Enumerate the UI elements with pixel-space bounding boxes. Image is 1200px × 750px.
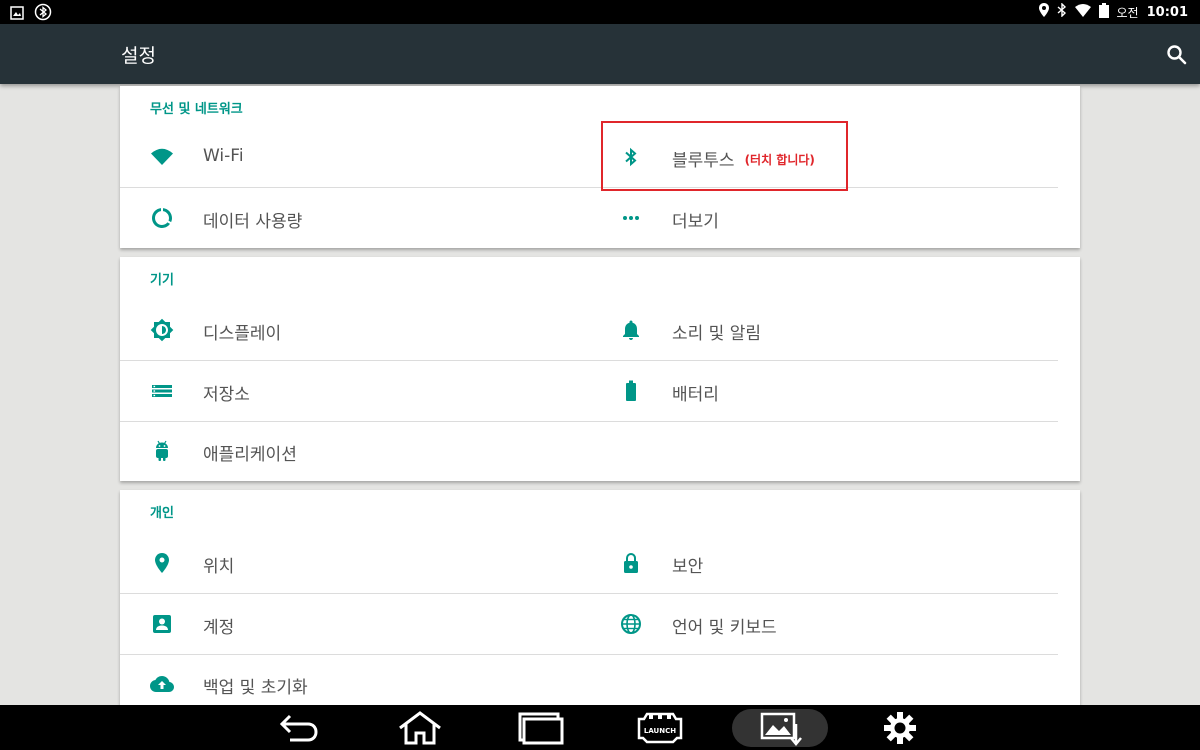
data-usage-icon bbox=[150, 206, 174, 230]
section-title-wireless: 무선 및 네트워크 bbox=[150, 102, 243, 117]
section-title-device: 기기 bbox=[150, 273, 174, 288]
more-label: 더보기 bbox=[672, 212, 719, 232]
apps-label: 애플리케이션 bbox=[203, 445, 297, 465]
image-notification-icon bbox=[10, 5, 24, 24]
wifi-icon bbox=[150, 145, 174, 169]
location-label: 위치 bbox=[203, 557, 235, 577]
battery-icon bbox=[619, 379, 643, 403]
backup-label: 백업 및 초기화 bbox=[203, 678, 308, 698]
back-button[interactable] bbox=[270, 709, 330, 747]
cloud-upload-icon bbox=[150, 672, 174, 696]
language-label: 언어 및 키보드 bbox=[672, 618, 777, 638]
battery-label: 배터리 bbox=[672, 385, 719, 405]
recent-apps-button[interactable] bbox=[510, 709, 570, 747]
launch-icon: LAUNCH bbox=[637, 712, 683, 744]
account-box-icon bbox=[150, 612, 174, 636]
bell-icon bbox=[619, 318, 643, 342]
location-icon bbox=[150, 551, 174, 575]
home-icon bbox=[399, 711, 441, 745]
device-section: 기기 디스플레이 소리 및 알림 저장소 배터리 애플리케이션 bbox=[120, 257, 1080, 481]
bluetooth-small-icon bbox=[1057, 2, 1067, 21]
back-icon bbox=[279, 714, 318, 742]
settings-item-storage[interactable]: 저장소 bbox=[120, 361, 589, 422]
wifi-status-icon bbox=[1074, 3, 1091, 21]
page-title: 설정 bbox=[121, 45, 156, 67]
settings-item-location[interactable]: 위치 bbox=[120, 533, 589, 594]
settings-item-display[interactable]: 디스플레이 bbox=[120, 300, 589, 361]
gear-icon bbox=[884, 712, 916, 744]
toolbar: 설정 bbox=[0, 24, 1200, 84]
android-icon bbox=[150, 439, 174, 463]
accounts-label: 계정 bbox=[203, 618, 235, 638]
highlight-box bbox=[601, 121, 848, 191]
storage-icon bbox=[150, 379, 174, 403]
security-label: 보안 bbox=[672, 557, 704, 577]
status-time: 10:01 bbox=[1146, 4, 1188, 20]
launch-text: LAUNCH bbox=[644, 727, 676, 735]
settings-item-accounts[interactable]: 계정 bbox=[120, 594, 589, 655]
wifi-label: Wi-Fi bbox=[203, 146, 244, 166]
screenshot-icon bbox=[760, 712, 802, 746]
display-label: 디스플레이 bbox=[203, 324, 282, 344]
settings-item-more[interactable]: 더보기 bbox=[589, 188, 1058, 248]
settings-item-language[interactable]: 언어 및 키보드 bbox=[589, 594, 1058, 655]
settings-item-security[interactable]: 보안 bbox=[589, 533, 1058, 594]
settings-button[interactable] bbox=[870, 709, 930, 747]
wireless-network-section: 무선 및 네트워크 Wi-Fi 블루투스 (터치 합니다) 데이터 사용량 더보기 bbox=[120, 86, 1080, 248]
status-bar: 오전 10:01 bbox=[0, 0, 1200, 24]
launch-button[interactable]: LAUNCH bbox=[630, 709, 690, 747]
personal-section: 개인 위치 보안 계정 언어 및 키보드 백업 및 초기화 bbox=[120, 490, 1080, 720]
location-status-icon bbox=[1038, 3, 1049, 21]
storage-label: 저장소 bbox=[203, 385, 250, 405]
settings-item-wifi[interactable]: Wi-Fi bbox=[120, 127, 589, 188]
settings-item-apps[interactable]: 애플리케이션 bbox=[120, 421, 589, 481]
more-icon bbox=[619, 206, 643, 230]
settings-item-battery[interactable]: 배터리 bbox=[589, 361, 1058, 422]
screenshot-button[interactable] bbox=[732, 709, 828, 747]
navigation-bar: LAUNCH bbox=[0, 705, 1200, 750]
settings-item-data-usage[interactable]: 데이터 사용량 bbox=[120, 188, 589, 248]
brightness-icon bbox=[150, 318, 174, 342]
sound-label: 소리 및 알림 bbox=[672, 324, 762, 344]
home-button[interactable] bbox=[390, 709, 450, 747]
section-title-personal: 개인 bbox=[150, 506, 174, 521]
battery-status-icon bbox=[1098, 2, 1109, 22]
settings-item-sound[interactable]: 소리 및 알림 bbox=[589, 300, 1058, 361]
lock-icon bbox=[619, 551, 643, 575]
recent-apps-icon bbox=[518, 712, 564, 745]
globe-icon bbox=[619, 612, 643, 636]
bluetooth-status-icon bbox=[34, 3, 52, 25]
data-usage-label: 데이터 사용량 bbox=[203, 212, 303, 232]
status-ampm: 오전 bbox=[1116, 5, 1139, 20]
search-icon[interactable] bbox=[1166, 44, 1188, 66]
